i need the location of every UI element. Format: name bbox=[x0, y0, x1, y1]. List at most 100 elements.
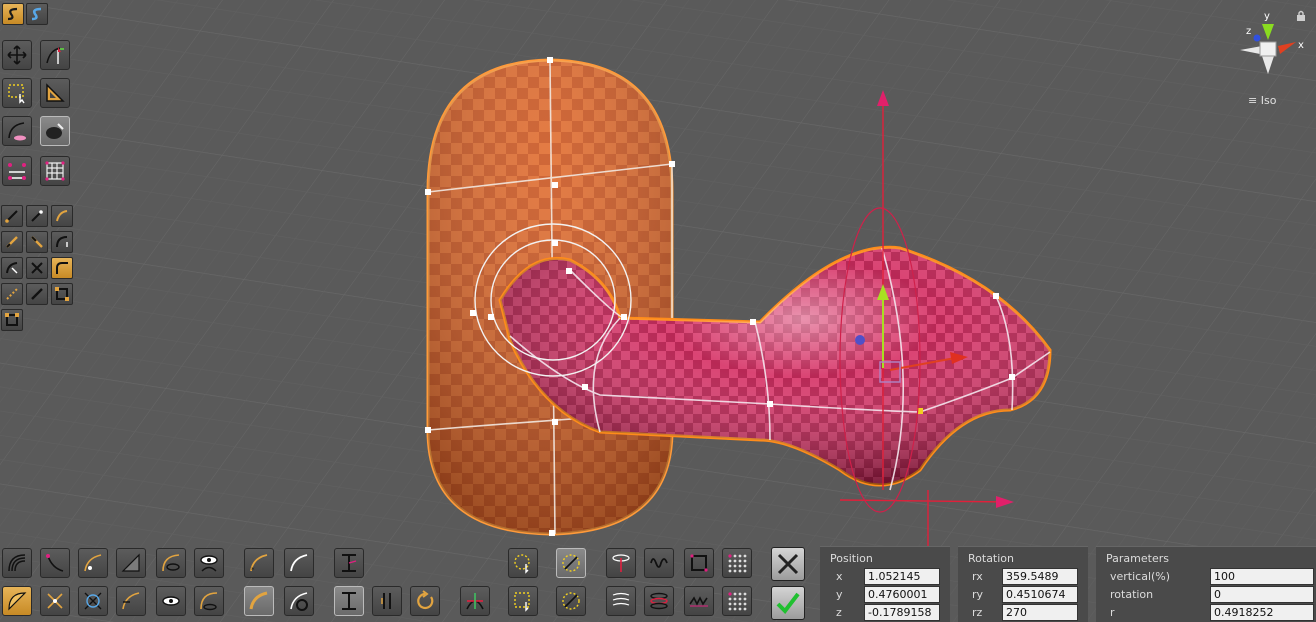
arc-icon bbox=[56, 210, 68, 222]
fan-surface-button[interactable] bbox=[2, 586, 32, 616]
dotted-curve-button[interactable] bbox=[1, 283, 23, 305]
menu-icon: ≡ bbox=[1248, 94, 1258, 107]
sculpt-tool-button[interactable] bbox=[40, 116, 70, 146]
rotation-rx-label: rx bbox=[972, 570, 983, 583]
coil-button[interactable] bbox=[644, 548, 674, 578]
polyline-tool-button[interactable] bbox=[26, 205, 48, 227]
select-tool-button[interactable] bbox=[2, 78, 32, 108]
eye-surface-button[interactable] bbox=[194, 548, 224, 578]
wave-button[interactable] bbox=[684, 586, 714, 616]
draw-curve-tool-button[interactable] bbox=[40, 40, 70, 70]
bounding-box-button[interactable] bbox=[51, 283, 73, 305]
curve-join-button[interactable] bbox=[1, 257, 23, 279]
lattice-tool-button[interactable] bbox=[40, 156, 70, 186]
extrude-surface-button[interactable] bbox=[606, 548, 636, 578]
snap-points-button[interactable] bbox=[1, 309, 23, 331]
sweep-surface-button[interactable] bbox=[40, 548, 70, 578]
view-mode-label[interactable]: ≡ Iso bbox=[1248, 94, 1276, 107]
circle-select-button[interactable] bbox=[508, 548, 538, 578]
planar-surface-button[interactable] bbox=[116, 548, 146, 578]
curve-cut-button[interactable] bbox=[26, 257, 48, 279]
measure-tool-button[interactable] bbox=[40, 78, 70, 108]
arc-tool-button[interactable] bbox=[51, 205, 73, 227]
curve-split-icon bbox=[6, 236, 18, 248]
point-lattice-button[interactable] bbox=[722, 586, 752, 616]
curve-round-button[interactable] bbox=[51, 257, 73, 279]
line-tool-button[interactable] bbox=[1, 205, 23, 227]
rotate-button[interactable] bbox=[410, 586, 440, 616]
curve-fillet-button[interactable] bbox=[51, 231, 73, 253]
spring-icon bbox=[612, 592, 630, 606]
rotation-param-field[interactable]: 0 bbox=[1210, 586, 1314, 603]
curve-join-icon bbox=[6, 262, 18, 274]
eye-curve-icon bbox=[162, 596, 180, 606]
rotation-rx-field[interactable]: 359.5489 bbox=[1002, 568, 1078, 585]
position-y-field[interactable]: 0.4760001 bbox=[864, 586, 940, 603]
point-lattice-icon bbox=[728, 592, 747, 611]
radius-field[interactable]: 0.4918252 bbox=[1210, 604, 1314, 621]
pipe-round-button[interactable] bbox=[284, 586, 314, 616]
intersect-button[interactable] bbox=[460, 586, 490, 616]
circle-move-button[interactable] bbox=[556, 548, 586, 578]
position-z-label: z bbox=[836, 606, 842, 619]
extrude-curve-button[interactable]: * bbox=[244, 548, 274, 578]
box-select-button[interactable] bbox=[508, 586, 538, 616]
circle-rotate-button[interactable] bbox=[556, 586, 586, 616]
bounding-box-icon bbox=[55, 287, 69, 301]
parameters-title: Parameters bbox=[1106, 552, 1169, 565]
wave-icon bbox=[689, 596, 708, 607]
offset-curve-button[interactable] bbox=[284, 548, 314, 578]
vertical-field[interactable]: 100 bbox=[1210, 568, 1314, 585]
parameters-panel: Parameters vertical(%) 100 rotation 0 r … bbox=[1096, 546, 1316, 622]
rotation-ry-field[interactable]: 0.4510674 bbox=[1002, 586, 1078, 603]
rotation-title: Rotation bbox=[968, 552, 1015, 565]
move-tool-button[interactable] bbox=[2, 40, 32, 70]
rotation-rz-label: rz bbox=[972, 606, 983, 619]
fillet-icon bbox=[200, 592, 218, 611]
confirm-button[interactable] bbox=[771, 586, 805, 620]
cancel-button[interactable] bbox=[771, 547, 805, 581]
curve-split-button[interactable] bbox=[1, 231, 23, 253]
position-x-field[interactable]: 1.052145 bbox=[864, 568, 940, 585]
tangent-surface-button[interactable] bbox=[116, 586, 146, 616]
polyline-icon bbox=[31, 210, 43, 222]
lock-icon[interactable] bbox=[1296, 10, 1306, 25]
loft-surface-button[interactable] bbox=[78, 548, 108, 578]
box-button[interactable] bbox=[684, 548, 714, 578]
surface-mode-button[interactable] bbox=[26, 3, 48, 25]
curve-edit-icon bbox=[8, 122, 26, 141]
loft-icon bbox=[84, 554, 102, 572]
trim-icon bbox=[342, 554, 357, 572]
network-surface-button[interactable] bbox=[40, 586, 70, 616]
circle-move-icon bbox=[562, 554, 580, 572]
rotation-param-label: rotation bbox=[1110, 588, 1154, 601]
blend-icon bbox=[162, 554, 180, 572]
patch-icon bbox=[84, 592, 102, 610]
curve-edit-tool-button[interactable] bbox=[2, 116, 32, 146]
split-surface-button[interactable] bbox=[334, 586, 364, 616]
view-curve-button[interactable] bbox=[156, 586, 186, 616]
position-z-field[interactable]: -0.1789158 bbox=[864, 604, 940, 621]
bend-tool-button[interactable] bbox=[2, 156, 32, 186]
3d-viewport[interactable]: y x z bbox=[0, 0, 1316, 622]
box-select-icon bbox=[514, 592, 530, 612]
pipe-curve-button[interactable] bbox=[244, 586, 274, 616]
spring-button[interactable] bbox=[606, 586, 636, 616]
position-y-label: y bbox=[836, 588, 843, 601]
rotation-rz-field[interactable]: 270 bbox=[1002, 604, 1078, 621]
curve-mode-button[interactable] bbox=[2, 3, 24, 25]
blend-surface-button[interactable] bbox=[156, 548, 186, 578]
stack-surface-button[interactable] bbox=[644, 586, 674, 616]
parallel-button[interactable] bbox=[372, 586, 402, 616]
fillet-surface-button[interactable] bbox=[194, 586, 224, 616]
s-surface-icon bbox=[31, 7, 42, 21]
curve-reverse-button[interactable] bbox=[26, 231, 48, 253]
revolve-surface-button[interactable] bbox=[2, 548, 32, 578]
trim-button[interactable] bbox=[334, 548, 364, 578]
point-grid-button[interactable] bbox=[722, 548, 752, 578]
straight-curve-button[interactable] bbox=[26, 283, 48, 305]
patch-surface-button[interactable] bbox=[78, 586, 108, 616]
view-mode-text: Iso bbox=[1260, 94, 1277, 107]
radius-label: r bbox=[1110, 606, 1115, 619]
gizmo-x-label: x bbox=[1298, 40, 1304, 51]
